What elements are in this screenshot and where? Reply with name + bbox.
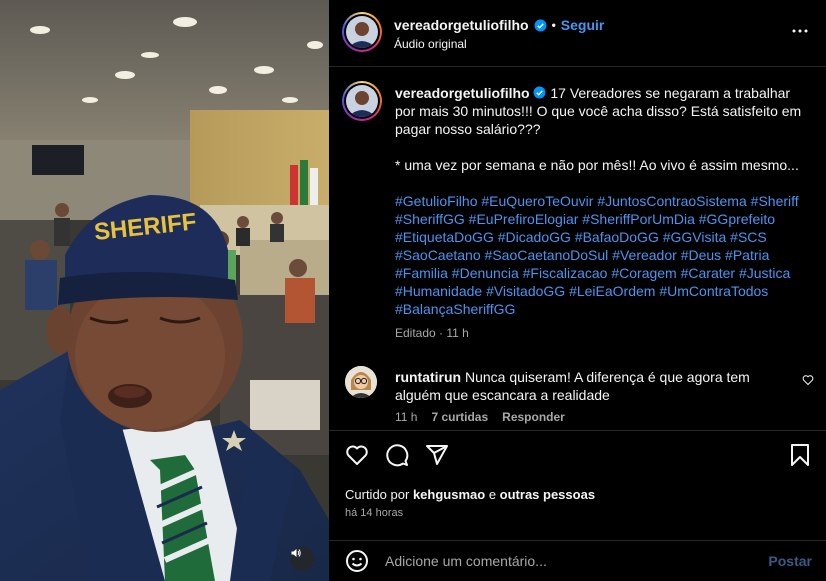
audio-label[interactable]: Áudio original: [394, 37, 467, 51]
hashtag-link[interactable]: #BafaoDoGG: [575, 229, 659, 245]
commenter-username[interactable]: runtatirun: [395, 369, 461, 385]
liked-by-middle: e: [488, 487, 497, 502]
hashtag-link[interactable]: #GGVisita: [663, 229, 727, 245]
post-time[interactable]: há 14 horas: [345, 507, 403, 519]
action-bar: Curtido por kehgusmao e outras pessoas h…: [329, 430, 826, 540]
comment-time[interactable]: 11 h: [395, 410, 417, 424]
post-video[interactable]: SHERIFF: [0, 0, 329, 581]
author-avatar-image: [346, 16, 378, 48]
hashtag-link[interactable]: #Vereador: [612, 247, 677, 263]
hashtag-link[interactable]: #EuPrefiroElogiar: [469, 211, 579, 227]
emoji-icon[interactable]: [345, 549, 369, 573]
post-header: vereadorgetuliofilho • Seguir Áudio orig…: [329, 0, 826, 67]
edited-separator: ·: [439, 326, 444, 340]
comment-input[interactable]: [385, 550, 745, 572]
hashtag-link[interactable]: #Patria: [725, 247, 769, 263]
hashtag-link[interactable]: #Denuncia: [452, 265, 519, 281]
caption-username[interactable]: vereadorgetuliofilho: [395, 85, 530, 101]
hashtag-link[interactable]: #UmContraTodos: [659, 283, 768, 299]
heart-icon[interactable]: [345, 443, 369, 467]
hashtag-link[interactable]: #SheriffPorUmDia: [582, 211, 695, 227]
author-avatar[interactable]: [342, 12, 382, 52]
edited-time[interactable]: 11 h: [446, 326, 468, 340]
more-options-icon[interactable]: [791, 22, 809, 40]
caption-text-2: * uma vez por semana e não por mês!! Ao …: [395, 157, 799, 173]
caption-avatar-image: [346, 85, 378, 117]
hashtag-link[interactable]: #SheriffGG: [395, 211, 465, 227]
hashtag-link[interactable]: #SCS: [730, 229, 767, 245]
comment-likes[interactable]: 7 curtidas: [431, 410, 488, 424]
hashtag-link[interactable]: #Deus: [681, 247, 721, 263]
liked-by-prefix: Curtido por: [345, 487, 410, 502]
mute-button[interactable]: [290, 547, 314, 571]
comment-icon[interactable]: [385, 443, 409, 467]
hashtag-link[interactable]: #Carater: [681, 265, 735, 281]
liked-by-others[interactable]: outras pessoas: [500, 487, 595, 502]
author-username[interactable]: vereadorgetuliofilho: [394, 17, 529, 33]
header-separator: •: [551, 18, 556, 32]
verified-badge-icon: [534, 19, 547, 31]
hashtag-link[interactable]: #BalançaSheriffGG: [395, 301, 515, 317]
post-caption: vereadorgetuliofilho 17 Vereadores se ne…: [395, 84, 810, 342]
speaker-icon: [291, 549, 301, 557]
hashtag-link[interactable]: #VisitadoGG: [486, 283, 565, 299]
liked-by: Curtido por kehgusmao e outras pessoas: [345, 487, 595, 502]
hashtag-link[interactable]: #GGprefeito: [699, 211, 775, 227]
hashtag-link[interactable]: #DicadoGG: [498, 229, 571, 245]
commenter-avatar[interactable]: [345, 366, 377, 398]
liked-by-user[interactable]: kehgusmao: [413, 487, 485, 502]
hashtag-link[interactable]: #EuQueroTeOuvir: [481, 193, 593, 209]
edited-meta: Editado · 11 h: [395, 324, 810, 342]
hashtag-link[interactable]: #Fiscalizacao: [523, 265, 608, 281]
share-icon[interactable]: [425, 443, 449, 467]
hashtag-link[interactable]: #SaoCaetano: [395, 247, 481, 263]
comment-like-icon[interactable]: [802, 374, 814, 386]
edited-label: Editado: [395, 326, 436, 340]
hashtag-link[interactable]: #Sheriff: [751, 193, 799, 209]
hashtag-link[interactable]: #GetulioFilho: [395, 193, 478, 209]
follow-button[interactable]: Seguir: [561, 17, 605, 33]
commenter-avatar-image: [345, 366, 377, 398]
post-side-panel: vereadorgetuliofilho • Seguir Áudio orig…: [329, 0, 826, 581]
hashtag-link[interactable]: #JuntosContraoSistema: [597, 193, 746, 209]
hashtag-link[interactable]: #Justica: [739, 265, 790, 281]
hashtag-link[interactable]: #SaoCaetanoDoSul: [485, 247, 609, 263]
comment-composer: Postar: [329, 540, 826, 581]
reply-button[interactable]: Responder: [502, 410, 565, 424]
hashtag-link[interactable]: #EtiquetaDoGG: [395, 229, 494, 245]
bookmark-icon[interactable]: [789, 443, 811, 467]
verified-badge-icon: [534, 86, 546, 99]
hashtag-list: #GetulioFilho #EuQueroTeOuvir #JuntosCon…: [395, 192, 810, 318]
video-frame: SHERIFF: [0, 0, 329, 581]
caption-author-avatar[interactable]: [342, 81, 382, 121]
comment-item: runtatirun Nunca quiseram! A diferença é…: [329, 360, 826, 430]
post-comment-button[interactable]: Postar: [768, 553, 812, 569]
hashtag-link[interactable]: #Humanidade: [395, 283, 482, 299]
comment-meta: 11 h 7 curtidas Responder: [395, 410, 565, 424]
comment-text: runtatirun Nunca quiseram! A diferença é…: [395, 368, 775, 404]
hashtag-link[interactable]: #Coragem: [611, 265, 676, 281]
hashtag-link[interactable]: #LeiEaOrdem: [569, 283, 655, 299]
hashtag-link[interactable]: #Familia: [395, 265, 448, 281]
